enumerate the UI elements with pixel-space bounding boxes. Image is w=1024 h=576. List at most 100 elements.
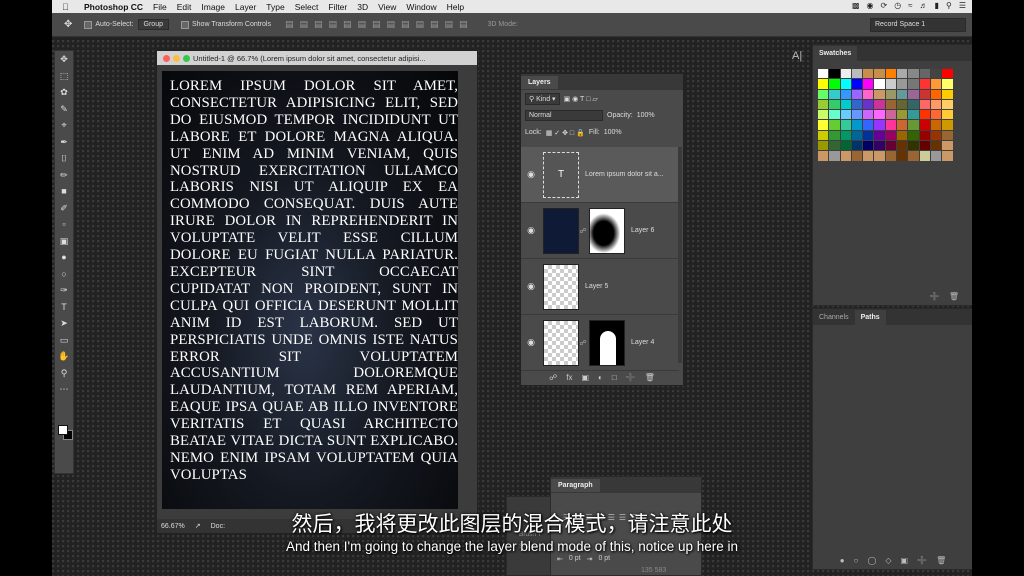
menu-view[interactable]: View (378, 2, 396, 12)
color-swatch[interactable] (851, 110, 863, 120)
pen-icon[interactable]: ✑ (55, 282, 73, 299)
color-swatch[interactable] (863, 130, 874, 141)
eye-icon[interactable]: ◉ (521, 281, 541, 292)
paragraph-tab[interactable]: Paragraph (551, 478, 600, 492)
color-swatch[interactable] (908, 79, 919, 89)
color-swatch[interactable] (863, 79, 874, 89)
color-swatch[interactable] (818, 141, 829, 151)
more-tools-icon[interactable]: ⋯ (55, 381, 73, 398)
menu-icon[interactable]: ☰ (959, 1, 966, 10)
character-panel-icon[interactable]: A| (792, 50, 808, 66)
color-swatch[interactable] (829, 141, 840, 151)
indent-left-field[interactable]: 0 pt (569, 555, 581, 563)
workspace-dropdown[interactable]: Record Space 1 (870, 18, 966, 32)
color-swatch[interactable] (885, 69, 897, 79)
layer-name[interactable]: Layer 5 (585, 283, 608, 290)
color-swatch[interactable] (930, 110, 942, 120)
color-swatch[interactable] (863, 120, 874, 130)
color-swatch[interactable] (919, 141, 930, 151)
color-swatch[interactable] (919, 120, 930, 130)
eye-icon[interactable]: ◉ (521, 225, 541, 236)
color-swatch[interactable] (885, 110, 897, 120)
layer-row[interactable]: ◉ ☍ Layer 6 (521, 203, 679, 259)
color-swatch[interactable] (897, 151, 908, 161)
color-swatch[interactable] (863, 151, 874, 161)
stamp-icon[interactable]: ■ (55, 183, 73, 200)
move-icon[interactable]: ✥ (55, 51, 73, 68)
menu-layer[interactable]: Layer (235, 2, 256, 12)
delete-path-icon[interactable]: 🗑 (936, 556, 946, 565)
color-swatch[interactable] (851, 151, 863, 161)
foreground-color-swatch[interactable] (58, 425, 68, 435)
layers-tab[interactable]: Layers (521, 75, 558, 89)
fill-field[interactable]: 100% (604, 129, 622, 136)
marquee-icon[interactable]: ⬚ (55, 68, 73, 85)
color-swatch[interactable] (942, 120, 953, 130)
fx-icon[interactable]: fx (566, 373, 572, 382)
indent-right-field[interactable]: 0 pt (598, 555, 610, 563)
color-swatch[interactable] (897, 110, 908, 120)
app-name-menu[interactable]: Photoshop CC (84, 2, 143, 12)
search-icon[interactable]: ⚲ (946, 1, 952, 10)
color-swatch[interactable] (863, 99, 874, 110)
color-swatch[interactable] (919, 99, 930, 110)
color-swatch[interactable] (840, 130, 851, 141)
sync-icon[interactable]: ⟳ (880, 1, 887, 10)
color-swatch[interactable] (818, 69, 829, 79)
color-swatch[interactable] (942, 69, 953, 79)
clock-icon[interactable]: ◷ (894, 1, 901, 10)
color-swatch[interactable] (919, 151, 930, 161)
color-swatch[interactable] (829, 79, 840, 89)
alignment-icons[interactable]: ☰☰☰☰☰☰☰ (563, 513, 701, 522)
color-swatch[interactable] (818, 79, 829, 89)
adjustment-layer-icon[interactable]: ◐ (598, 373, 603, 382)
type-icon[interactable]: T (55, 299, 73, 316)
new-path-icon[interactable]: ➕ (917, 556, 927, 565)
color-swatch[interactable] (885, 79, 897, 89)
filter-icons[interactable]: ▣ ◉ T □ ▱ (564, 95, 598, 103)
color-swatch[interactable] (885, 99, 897, 110)
stroke-path-icon[interactable]: ○ (854, 556, 859, 565)
color-swatch[interactable] (818, 120, 829, 130)
history-brush-icon[interactable]: ✐ (55, 200, 73, 217)
color-swatch[interactable] (851, 120, 863, 130)
zoom-level[interactable]: 66.67% (161, 523, 185, 530)
color-swatch[interactable] (942, 151, 953, 161)
color-swatch[interactable] (829, 99, 840, 110)
fill-path-icon[interactable]: ● (840, 556, 845, 565)
color-swatch[interactable] (919, 130, 930, 141)
battery-icon[interactable]: ▮ (935, 1, 939, 10)
menu-image[interactable]: Image (201, 2, 225, 12)
eyedropper-icon[interactable]: ✒ (55, 134, 73, 151)
color-swatch[interactable] (919, 89, 930, 99)
color-swatch[interactable] (908, 120, 919, 130)
color-swatch[interactable] (829, 69, 840, 79)
document-tab[interactable]: Untitled-1 @ 66.7% (Lorem ipsum dolor si… (157, 51, 477, 65)
color-swatch[interactable] (840, 151, 851, 161)
menu-help[interactable]: Help (447, 2, 464, 12)
color-swatch[interactable] (942, 99, 953, 110)
menu-filter[interactable]: Filter (328, 2, 347, 12)
color-swatch[interactable] (863, 89, 874, 99)
color-swatch[interactable] (897, 89, 908, 99)
tab-channels[interactable]: Channels (813, 310, 855, 325)
color-swatch[interactable] (942, 130, 953, 141)
layers-scrollbar[interactable] (678, 147, 682, 363)
color-swatch[interactable] (908, 89, 919, 99)
color-swatch[interactable] (908, 130, 919, 141)
color-swatch[interactable] (908, 110, 919, 120)
layer-name[interactable]: Lorem ipsum dolor sit a... (585, 171, 664, 178)
color-swatch[interactable] (863, 69, 874, 79)
color-swatch[interactable] (885, 130, 897, 141)
new-swatch-icon[interactable]: ➕ (930, 292, 940, 301)
align-icons[interactable]: ▤▤▤▤▤▤▤▤▤▤▤▤▤ (285, 19, 474, 30)
color-swatch[interactable] (829, 89, 840, 99)
auto-select-dropdown[interactable]: Group (137, 19, 169, 30)
color-swatch[interactable] (942, 110, 953, 120)
color-swatch[interactable] (829, 130, 840, 141)
color-swatch[interactable] (851, 141, 863, 151)
color-swatch[interactable] (930, 120, 942, 130)
color-swatch[interactable] (874, 99, 885, 110)
layer-mask-thumbnail[interactable] (589, 319, 625, 366)
eye-icon[interactable]: ◉ (521, 169, 541, 180)
